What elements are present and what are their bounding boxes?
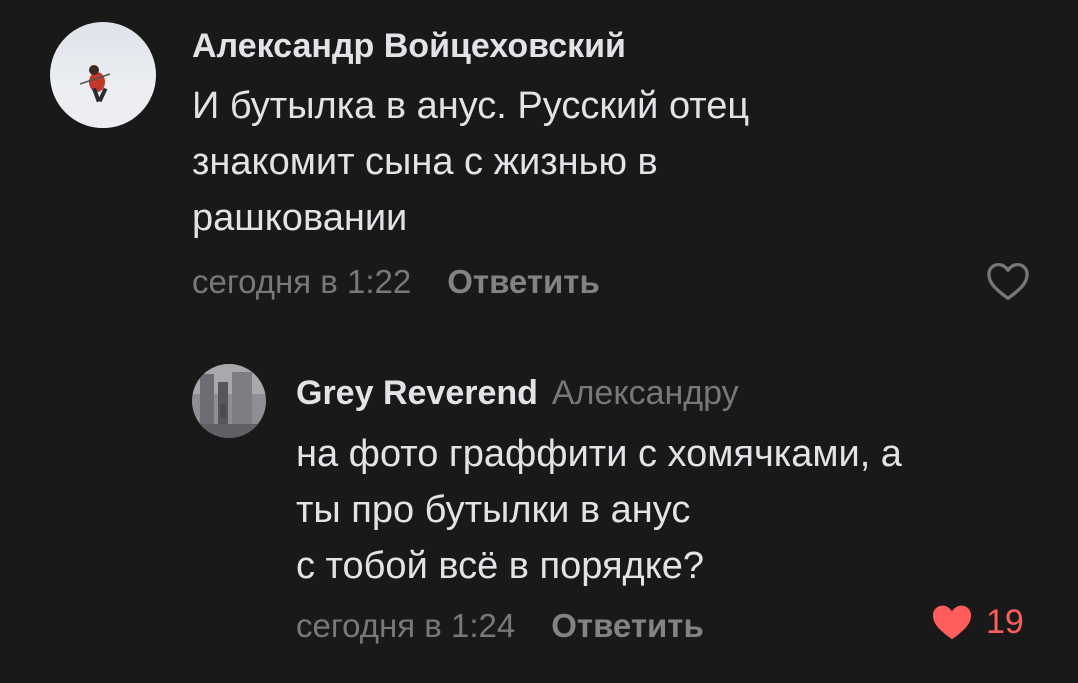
reply-button[interactable]: Ответить	[447, 263, 600, 300]
reply-to-label[interactable]: Александру	[552, 374, 739, 412]
avatar-comment-1[interactable]	[50, 22, 156, 128]
comment-author[interactable]: Александр Войцеховский	[192, 26, 626, 66]
author-name[interactable]: Grey Reverend	[296, 374, 538, 412]
comment-text: на фото граффити с хомячками, а ты про б…	[296, 433, 902, 587]
comment-time: сегодня в 1:22	[192, 263, 412, 300]
comment-1: Александр Войцеховский И бутылка в анус.…	[0, 0, 1078, 330]
comment-time: сегодня в 1:24	[296, 607, 516, 644]
avatar-photo-skier	[50, 22, 156, 128]
comment-author: Grey Reverend Александру	[296, 373, 739, 413]
like-button[interactable]	[986, 261, 1030, 301]
comment-meta: сегодня в 1:22 Ответить	[192, 262, 600, 302]
comment-meta: сегодня в 1:24 Ответить	[296, 606, 704, 646]
reply-button[interactable]: Ответить	[551, 607, 704, 644]
avatar-photo-graffiti	[192, 364, 266, 438]
comment-text: И бутылка в анус. Русский отец знакомит …	[192, 85, 750, 239]
heart-filled-icon	[932, 605, 972, 640]
heart-outline-icon	[987, 263, 1029, 300]
comment-2: Grey Reverend Александру на фото граффити…	[0, 330, 1078, 683]
like-button[interactable]: 19	[930, 602, 1024, 642]
like-count: 19	[986, 602, 1024, 641]
avatar-comment-2[interactable]	[192, 364, 266, 438]
